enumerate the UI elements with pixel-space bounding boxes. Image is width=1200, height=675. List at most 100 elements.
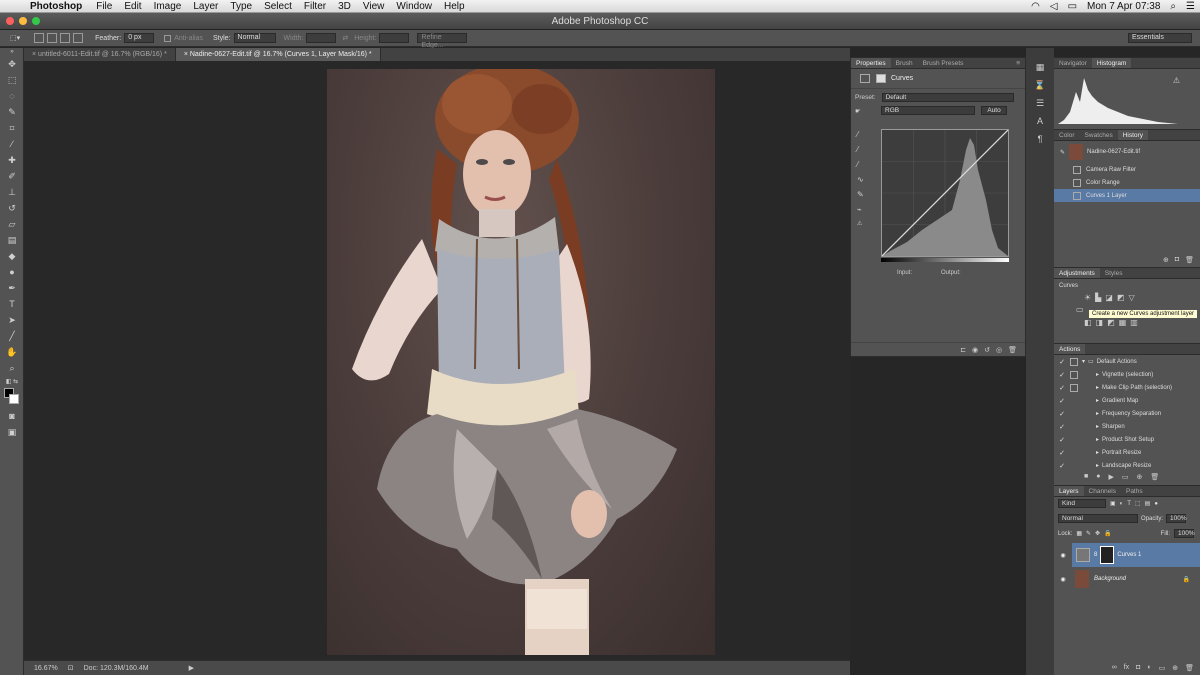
opacity-input[interactable]: 100% (1166, 514, 1187, 523)
new-selection-icon[interactable] (34, 33, 45, 43)
history-item[interactable]: Camera Raw Filter (1054, 163, 1200, 176)
tab-history[interactable]: History (1117, 130, 1148, 140)
hand-tool-icon[interactable]: ✋ (0, 344, 24, 360)
clip-to-layer-icon[interactable]: ⊏ (960, 346, 966, 354)
new-set-icon[interactable]: ▭ (1122, 473, 1129, 481)
preset-select[interactable]: Default (881, 93, 1014, 102)
tab-brush-presets[interactable]: Brush Presets (918, 58, 969, 68)
add-mask-icon[interactable]: ◘ (1136, 664, 1140, 672)
panel-menu-icon[interactable]: ≡ (1011, 58, 1025, 68)
layer-row-background[interactable]: ◉ Background 🔒 (1054, 567, 1200, 591)
threshold-icon[interactable]: ◩ (1107, 318, 1115, 327)
panel-icon-history[interactable]: ⌛ (1026, 80, 1054, 98)
blend-mode-select[interactable]: Normal (1058, 514, 1138, 523)
refine-edge-button[interactable]: Refine Edge... (417, 33, 468, 49)
filter-adjustment-icon[interactable]: ◐ (1120, 501, 1124, 507)
panel-icon-paragraph[interactable]: ¶ (1026, 134, 1054, 152)
gray-point-eyedropper-icon[interactable]: ⁄ (857, 145, 873, 160)
action-item[interactable]: ✓ ▸ Product Shot Setup (1054, 433, 1200, 446)
chain-link-icon[interactable]: 8 (1094, 552, 1097, 558)
status-menu-arrow-icon[interactable]: ▶ (189, 664, 194, 672)
visibility-eye-icon[interactable]: ◉ (1054, 576, 1072, 583)
menu-file[interactable]: File (90, 0, 118, 13)
panel-icon-adjustments[interactable]: ☰ (1026, 98, 1054, 116)
workspace-select[interactable]: Essentials (1128, 33, 1192, 43)
record-icon[interactable]: ● (1096, 473, 1100, 481)
target-adjustment-icon[interactable]: ☛ (855, 107, 869, 115)
smooth-curve-icon[interactable]: ⌁ (857, 205, 873, 220)
curve-point-tool-icon[interactable]: ∿ (857, 175, 873, 190)
subtract-selection-icon[interactable] (60, 33, 71, 43)
eraser-tool-icon[interactable]: ▱ (0, 216, 24, 232)
lock-position-icon[interactable]: ✥ (1095, 530, 1100, 537)
action-item[interactable]: ✓ ▸ Make Clip Path (selection) (1054, 381, 1200, 394)
action-item[interactable]: ✓ ▸ Portrait Resize (1054, 446, 1200, 459)
intersect-selection-icon[interactable] (73, 33, 84, 43)
pen-tool-icon[interactable]: ✒ (0, 280, 24, 296)
new-document-from-state-icon[interactable]: ⊕ (1163, 256, 1169, 264)
collapsed-arrow-icon[interactable]: ▸ (1096, 371, 1099, 378)
marquee-tool-preset-icon[interactable]: ⬚▾ (10, 34, 20, 42)
curves-graph[interactable] (881, 129, 1009, 257)
gradient-map-icon[interactable]: ▽ (1128, 293, 1134, 302)
filter-pixel-icon[interactable]: ▣ (1110, 500, 1116, 507)
dialog-toggle-icon[interactable] (1070, 449, 1078, 457)
clock[interactable]: Mon 7 Apr 07:38 (1082, 1, 1165, 12)
action-set[interactable]: ✓ ▾ ▭ Default Actions (1054, 355, 1200, 368)
fill-input[interactable]: 100% (1174, 529, 1195, 538)
action-item[interactable]: ✓ ▸ Landscape Resize (1054, 459, 1200, 472)
delete-layer-icon[interactable]: 🗑 (1185, 664, 1194, 672)
tab-navigator[interactable]: Navigator (1054, 58, 1092, 68)
collapsed-arrow-icon[interactable]: ▸ (1096, 423, 1099, 430)
feather-input[interactable]: 0 px (124, 33, 155, 43)
layer-mask-thumbnail[interactable] (1100, 546, 1115, 564)
check-icon[interactable]: ✓ (1058, 384, 1066, 392)
menu-image[interactable]: Image (148, 0, 188, 13)
check-icon[interactable]: ✓ (1058, 423, 1066, 431)
tab-layers[interactable]: Layers (1054, 486, 1084, 496)
tab-brush[interactable]: Brush (891, 58, 918, 68)
action-item[interactable]: ✓ ▸ Sharpen (1054, 420, 1200, 433)
canvas-area[interactable] (24, 61, 850, 660)
document-image[interactable] (327, 69, 715, 655)
tab-document-2[interactable]: × Nadine-0627-Edit.tif @ 16.7% (Curves 1… (175, 48, 381, 61)
vibrance-icon[interactable]: ▭ (1076, 305, 1084, 314)
add-selection-icon[interactable] (47, 33, 58, 43)
layer-filter-select[interactable]: Kind (1058, 499, 1106, 508)
collapsed-arrow-icon[interactable]: ▸ (1096, 397, 1099, 404)
clone-stamp-tool-icon[interactable]: ⊥ (0, 184, 24, 200)
menu-edit[interactable]: Edit (118, 0, 147, 13)
zoom-tool-icon[interactable]: ⌕ (0, 360, 24, 376)
menu-type[interactable]: Type (224, 0, 258, 13)
dialog-toggle-icon[interactable] (1070, 436, 1078, 444)
posterize-icon[interactable]: ◨ (1096, 318, 1104, 327)
height-input[interactable] (379, 33, 410, 43)
expand-arrow-icon[interactable]: ▾ (1082, 358, 1085, 365)
tab-adjustments[interactable]: Adjustments (1054, 268, 1100, 278)
quick-mask-icon[interactable]: ◙ (0, 408, 24, 424)
wifi-icon[interactable]: ◠ (1026, 1, 1045, 12)
white-point-eyedropper-icon[interactable]: ⁄ (857, 160, 873, 175)
swap-dimensions-icon[interactable]: ⇄ (342, 34, 348, 42)
lock-image-icon[interactable]: ✎ (1086, 530, 1091, 537)
photo-filter-icon[interactable]: ▥ (1130, 318, 1138, 327)
exposure-icon[interactable]: ◩ (1117, 293, 1125, 302)
blur-tool-icon[interactable]: ◆ (0, 248, 24, 264)
notification-icon[interactable]: ☰ (1181, 1, 1200, 12)
anti-alias-checkbox[interactable] (164, 34, 172, 42)
new-layer-icon[interactable]: ⊕ (1172, 664, 1178, 672)
tab-paths[interactable]: Paths (1121, 486, 1148, 496)
background-color-swatch[interactable] (9, 394, 19, 404)
link-layers-icon[interactable]: ∞ (1112, 664, 1117, 672)
dodge-tool-icon[interactable]: ● (0, 264, 24, 280)
menu-help[interactable]: Help (438, 0, 471, 13)
filter-type-icon[interactable]: T (1127, 501, 1131, 507)
curves-adjustment-icon[interactable] (860, 74, 870, 83)
layer-mask-icon[interactable] (876, 74, 886, 83)
brush-tool-icon[interactable]: ✐ (0, 168, 24, 184)
dialog-toggle-icon[interactable] (1070, 383, 1078, 392)
menu-app-name[interactable]: Photoshop (24, 0, 90, 13)
new-action-icon[interactable]: ⊕ (1136, 473, 1142, 481)
menu-select[interactable]: Select (258, 0, 298, 13)
action-item[interactable]: ✓ ▸ Frequency Separation (1054, 407, 1200, 420)
